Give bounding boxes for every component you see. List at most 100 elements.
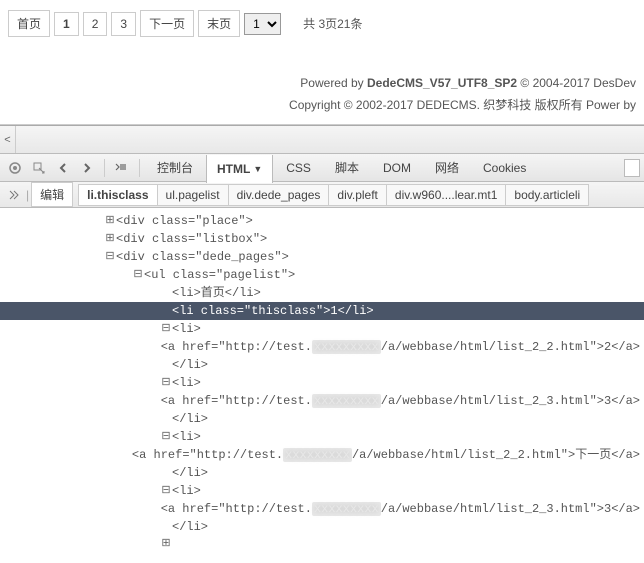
source-line[interactable]: <li> [0,320,644,338]
breadcrumb: | 编辑 li.thisclass ul.pagelist div.dede_p… [0,182,644,208]
collapse-icon[interactable] [160,375,172,392]
blurred-text: xxxxxxxxx [283,448,352,462]
tab-html[interactable]: HTML▼ [206,155,273,183]
expand-icon[interactable] [104,213,116,230]
tab-console[interactable]: 控制台 [146,154,204,182]
source-text: <div class="listbox"> [116,230,267,248]
tab-css[interactable]: CSS [275,154,322,182]
source-line[interactable]: <li> [0,482,644,500]
breadcrumb-separator: | [24,188,31,202]
source-text: <a href="http://test. [161,394,312,408]
footer-powered-prefix: Powered by [300,76,367,90]
source-line[interactable]: <li> [0,374,644,392]
breadcrumb-item[interactable]: body.articleli [505,184,589,206]
breadcrumb-icon[interactable] [4,186,24,204]
collapse-icon[interactable] [160,429,172,446]
footer-line1: Powered by DedeCMS_V57_UTF8_SP2 © 2004-2… [8,73,636,95]
source-line[interactable]: </li> [0,464,644,482]
source-line[interactable]: <div class="place"> [0,212,644,230]
toolbar-separator [104,159,105,177]
expand-icon[interactable] [160,536,172,553]
source-text: <li> [172,320,201,338]
expand-icon[interactable] [104,231,116,248]
toolbar-separator [139,159,140,177]
source-text: /a/webbase/html/list_2_3.html">3</a> [381,502,640,516]
page-content: 首页 1 2 3 下一页 末页 1 共 3页21条 [0,0,644,47]
source-text: /a/webbase/html/list_2_3.html">3</a> [381,394,640,408]
source-line[interactable] [0,536,644,553]
firebug-icon[interactable] [4,158,26,178]
source-text: <a href="http://test. [161,340,312,354]
breadcrumb-item[interactable]: div.w960....lear.mt1 [386,184,507,206]
source-line[interactable]: <li>首页</li> [0,284,644,302]
toolbar-right-button[interactable] [624,159,640,177]
source-text: <li> [172,374,201,392]
footer-powered-suffix: © 2004-2017 DesDev [517,76,636,90]
source-text: <div class="dede_pages"> [116,248,289,266]
blurred-text: xxxxxxxxx [312,340,381,354]
devtools-panel: < 控制台 HTML▼ CSS 脚本 DOM 网络 Cookies | [0,125,644,563]
collapse-icon[interactable] [160,483,172,500]
source-line[interactable]: <ul class="pagelist"> [0,266,644,284]
source-line[interactable]: <li> [0,428,644,446]
collapse-icon[interactable] [160,321,172,338]
source-line-selected[interactable]: <li class="thisclass">1</li> [0,302,644,320]
source-line[interactable]: </li> [0,410,644,428]
page-total: 共 3页21条 [303,15,362,32]
page-last[interactable]: 末页 [198,10,240,37]
footer-brand: DedeCMS_V57_UTF8_SP2 [367,76,517,90]
page-next[interactable]: 下一页 [140,10,194,37]
breadcrumb-edit[interactable]: 编辑 [31,182,73,207]
footer: Powered by DedeCMS_V57_UTF8_SP2 © 2004-2… [0,69,644,120]
page-3[interactable]: 3 [111,12,136,36]
collapse-icon[interactable] [104,249,116,266]
source-text: <li> [172,482,201,500]
breadcrumb-item[interactable]: div.dede_pages [228,184,330,206]
breadcrumb-item[interactable]: div.pleft [328,184,386,206]
page-2[interactable]: 2 [83,12,108,36]
forward-icon[interactable] [76,158,98,178]
devtools-scrollbar-top: < [0,126,644,154]
source-text: <a href="http://test. [132,448,283,462]
tab-html-label: HTML [217,162,250,176]
footer-line2: Copyright © 2002-2017 DEDECMS. 织梦科技 版权所有… [8,95,636,117]
source-text: /a/webbase/html/list_2_2.html">下一页</a> [352,448,640,462]
source-text: <li class="thisclass">1</li> [172,302,374,320]
source-text: <li>首页</li> [172,284,261,302]
back-icon[interactable] [52,158,74,178]
source-line[interactable]: <a href="http://test.xxxxxxxxx/a/webbase… [0,392,644,410]
source-text: <a href="http://test. [161,502,312,516]
page-select[interactable]: 1 [244,13,281,35]
inspect-icon[interactable] [28,158,50,178]
tab-net[interactable]: 网络 [424,154,470,182]
source-text: /a/webbase/html/list_2_2.html">2</a> [381,340,640,354]
source-text: </li> [172,410,208,428]
tab-script[interactable]: 脚本 [324,154,370,182]
blurred-text: xxxxxxxxx [312,394,381,408]
source-text: <div class="place"> [116,212,253,230]
page-1[interactable]: 1 [54,12,79,36]
breadcrumb-item[interactable]: ul.pagelist [157,184,229,206]
source-line[interactable]: <div class="listbox"> [0,230,644,248]
tab-dom[interactable]: DOM [372,154,422,182]
collapse-icon[interactable] [132,267,144,284]
scroll-left-button[interactable]: < [0,126,16,153]
pagination: 首页 1 2 3 下一页 末页 1 共 3页21条 [8,10,636,37]
source-line[interactable]: </li> [0,356,644,374]
devtools-toolbar: 控制台 HTML▼ CSS 脚本 DOM 网络 Cookies [0,154,644,182]
page-first[interactable]: 首页 [8,10,50,37]
source-line[interactable]: <a href="http://test.xxxxxxxxx/a/webbase… [0,338,644,356]
tab-cookies[interactable]: Cookies [472,154,537,182]
blurred-text: xxxxxxxxx [312,502,381,516]
caret-down-icon: ▼ [253,164,262,174]
source-line[interactable]: </li> [0,518,644,536]
source-text: </li> [172,518,208,536]
source-text: </li> [172,356,208,374]
source-panel: <div class="place"> <div class="listbox"… [0,208,644,563]
source-line[interactable]: <div class="dede_pages"> [0,248,644,266]
command-line-icon[interactable] [111,158,133,178]
source-line[interactable]: <a href="http://test.xxxxxxxxx/a/webbase… [0,446,644,464]
source-text: </li> [172,464,208,482]
source-text: <ul class="pagelist"> [144,266,295,284]
breadcrumb-item[interactable]: li.thisclass [78,184,157,206]
